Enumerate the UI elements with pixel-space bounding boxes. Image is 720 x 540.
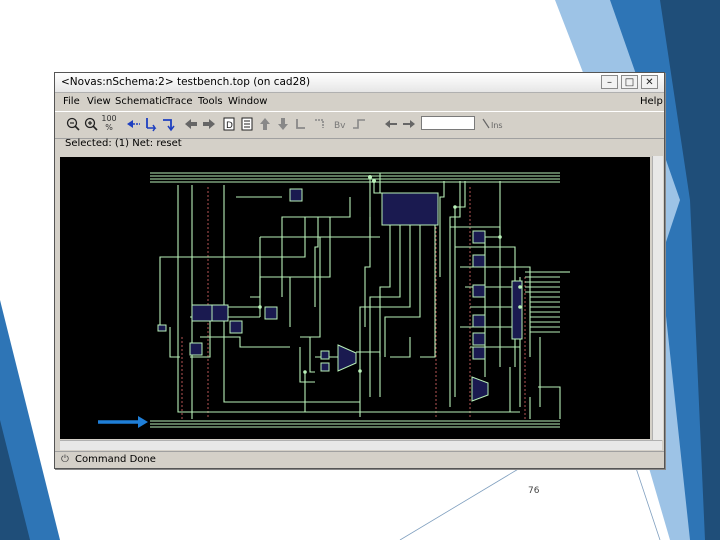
svg-text:D: D [226,121,233,131]
zoom-out-icon[interactable] [65,116,81,132]
redo-icon[interactable] [311,116,327,132]
window-title: <Novas:nSchema:2> testbench.top (on cad2… [61,76,311,88]
find-next-icon[interactable] [401,116,417,132]
schematic-drawing[interactable] [60,157,650,439]
schematic-window: <Novas:nSchema:2> testbench.top (on cad2… [54,72,665,469]
down-icon[interactable] [275,116,291,132]
menu-view[interactable]: View [87,96,111,107]
horizontal-scrollbar[interactable] [60,440,662,450]
status-text: Command Done [75,454,156,465]
annotation-arrow-icon [98,416,148,428]
zoom-level: 100 [101,114,117,123]
svg-text:Bv: Bv [334,121,346,131]
up-icon[interactable] [257,116,273,132]
menu-help[interactable]: Help [640,96,663,107]
logic-cells [157,188,523,402]
bus-icon[interactable]: Bv [333,116,349,132]
bus-lines [150,172,560,428]
maximize-button[interactable]: □ [621,75,638,89]
undo-icon[interactable] [293,116,309,132]
zoom-in-icon[interactable] [83,116,99,132]
power-icon: ⏻ [61,454,69,465]
toolbar: 100 % D Bv Ins [55,111,664,139]
menu-schematic[interactable]: Schematic [115,96,167,107]
selection-info: Selected: (1) Net: reset [65,138,182,149]
title-bar: <Novas:nSchema:2> testbench.top (on cad2… [55,73,664,93]
forward-icon[interactable] [201,116,217,132]
find-prev-icon[interactable] [383,116,399,132]
wires [159,173,570,419]
zoom-unit: % [105,123,113,132]
find-icon[interactable]: Ins [481,116,511,132]
close-button[interactable]: ✕ [641,75,658,89]
menu-bar: File View Schematic Trace Tools Window H… [55,93,664,110]
slide-page-number: 76 [528,486,540,496]
trace-driver-icon[interactable] [125,116,141,132]
trace-connect-icon[interactable] [161,116,177,132]
menu-trace[interactable]: Trace [166,96,193,107]
zoom-fit-icon[interactable]: 100 % [101,114,117,134]
vertical-scrollbar[interactable] [652,156,663,440]
menu-file[interactable]: File [63,96,80,107]
trace-load-icon[interactable] [143,116,159,132]
svg-text:Ins: Ins [491,121,503,130]
back-icon[interactable] [183,116,199,132]
find-input[interactable] [421,116,475,130]
hierarchy-icon[interactable]: D [221,116,237,132]
push-icon[interactable] [239,116,255,132]
schematic-canvas[interactable] [60,157,650,439]
menu-tools[interactable]: Tools [198,96,223,107]
minimize-button[interactable]: – [601,75,618,89]
status-bar: ⏻ Command Done [55,451,664,468]
signal-icon[interactable] [351,116,367,132]
menu-window[interactable]: Window [228,96,267,107]
